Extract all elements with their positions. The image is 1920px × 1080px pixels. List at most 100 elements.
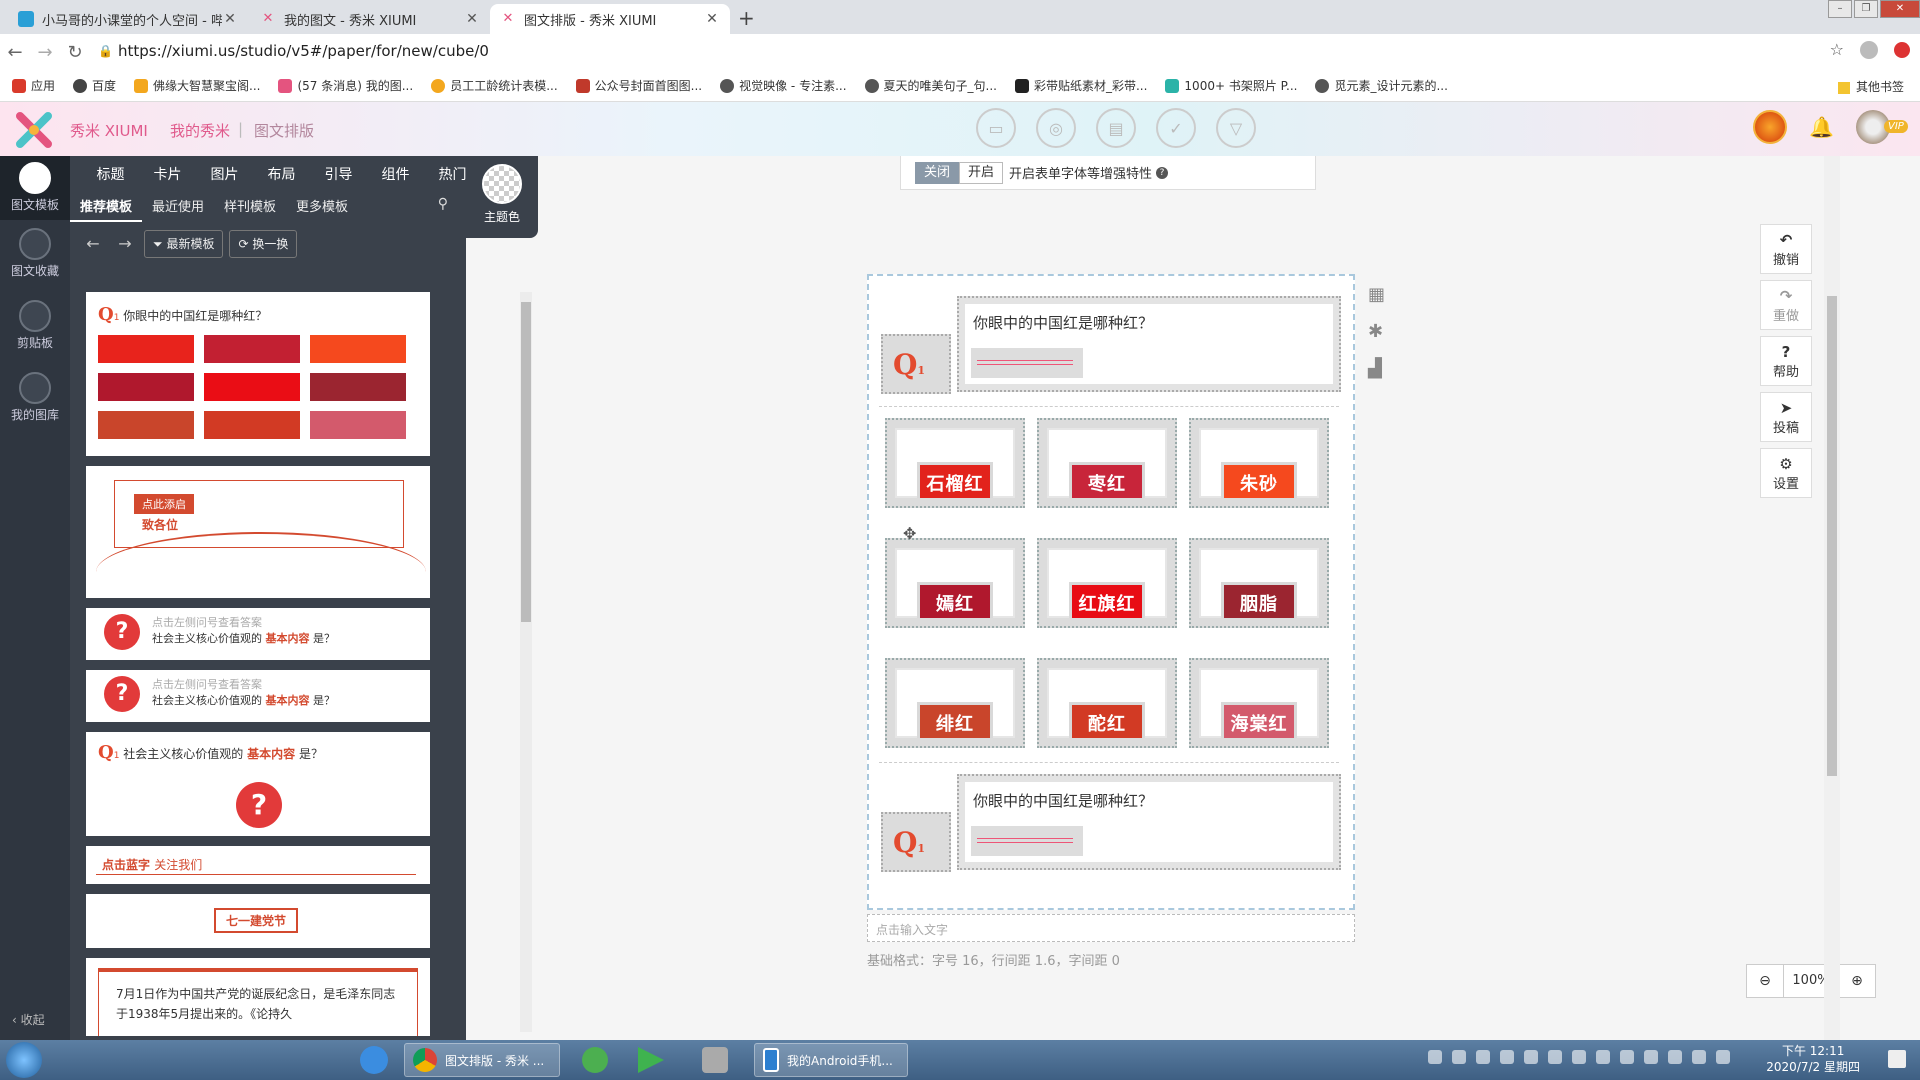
minimize-button[interactable]: – [1828, 0, 1852, 18]
newest-templates-button[interactable]: ⏷ 最新模板 [144, 230, 224, 258]
bookmark-item[interactable]: 视觉映像 - 专注素... [720, 77, 847, 94]
subtab-recommended[interactable]: 推荐模板 [70, 194, 143, 222]
swap-button[interactable]: ⟳ 换一换 [229, 230, 298, 258]
tray-icon[interactable] [1548, 1050, 1562, 1064]
template-card[interactable]: ? 点击左侧问号查看答案 社会主义核心价值观的 基本内容 是？ [86, 608, 430, 660]
tray-icon[interactable] [1524, 1050, 1538, 1064]
taskbar-app[interactable] [694, 1043, 738, 1077]
template-card[interactable]: 点击蓝字 关注我们 [86, 846, 430, 884]
bookmark-item[interactable]: (57 条消息) 我的图... [278, 77, 413, 94]
color-card[interactable]: 酡红 [1037, 658, 1177, 748]
zoom-out-icon[interactable]: ⊖ [1747, 965, 1783, 997]
profile-icon[interactable] [1860, 40, 1878, 59]
save-icon[interactable]: ▤ [1096, 108, 1136, 148]
close-toggle[interactable]: 关闭 [915, 161, 960, 184]
collapse-button[interactable]: ‹ 收起 [12, 1011, 45, 1028]
tray-icon[interactable] [1452, 1050, 1466, 1064]
question-text-box[interactable]: 你眼中的中国红是哪种红？ [957, 296, 1341, 392]
gear-icon[interactable]: ✱ [1368, 321, 1385, 342]
scrollbar-thumb[interactable] [521, 302, 531, 622]
star-icon[interactable]: ☆ [1830, 40, 1844, 59]
extension-icon[interactable] [1894, 41, 1910, 58]
url-field[interactable]: https://xiumi.us/studio/v5#/paper/for/ne… [118, 42, 489, 60]
close-window-button[interactable]: ✕ [1880, 0, 1920, 18]
bookmark-item[interactable]: 觅元素_设计元素的... [1315, 77, 1448, 94]
browser-tab[interactable]: 小马哥的小课堂的个人空间 - 哔哩 ✕ [8, 4, 248, 34]
grid-icon[interactable]: ▦ [1368, 284, 1385, 305]
tray-icon[interactable] [1692, 1050, 1706, 1064]
badge-icon[interactable] [1753, 110, 1788, 144]
tray-icon[interactable] [1500, 1050, 1514, 1064]
breadcrumb-my-xiumi[interactable]: 我的秀米 [170, 120, 230, 141]
sidebar-item-favorites[interactable]: 图文收藏 [0, 228, 70, 279]
copy-icon[interactable]: ◎ [1036, 108, 1076, 148]
color-card[interactable]: 海棠红 [1189, 658, 1329, 748]
submit-button[interactable]: ➤ 投稿 [1760, 392, 1812, 442]
color-card[interactable]: 红旗红 [1037, 538, 1177, 628]
notification-icon[interactable] [1888, 1050, 1906, 1068]
sidebar-item-templates[interactable]: 图文模板 [0, 156, 70, 220]
tray-icon[interactable] [1620, 1050, 1634, 1064]
bookmark-item[interactable]: 百度 [73, 77, 116, 94]
close-icon[interactable]: ✕ [704, 11, 720, 27]
xiumi-logo-icon[interactable] [14, 110, 54, 150]
question-block[interactable]: Q1 你眼中的中国红是哪种红？ [881, 296, 1341, 394]
template-card[interactable]: 点此添启 致各位 [86, 466, 430, 598]
template-card[interactable]: 七一建党节 [86, 894, 430, 948]
bookmark-item[interactable]: 彩带贴纸素材_彩带... [1014, 77, 1147, 94]
settings-button[interactable]: ⚙ 设置 [1760, 448, 1812, 498]
tab-category[interactable]: 图片 [196, 162, 253, 188]
text-input-area[interactable]: 点击输入文字 [867, 914, 1355, 942]
bookmark-item[interactable]: 1000+ 书架照片 P... [1165, 77, 1297, 94]
taskbar-chrome[interactable]: 图文排版 - 秀米 ... [404, 1043, 560, 1077]
bookmark-item[interactable]: 员工工龄统计表模... [431, 77, 558, 94]
theme-color-button[interactable]: 主题色 [466, 156, 538, 238]
arrow-right-icon[interactable]: → [112, 231, 138, 257]
tab-category[interactable]: 组件 [367, 162, 424, 188]
arrow-left-icon[interactable]: ← [80, 231, 106, 257]
color-card[interactable]: 枣红 [1037, 418, 1177, 508]
template-card[interactable]: ? 点击左侧问号查看答案 社会主义核心价值观的 基本内容 是？ [86, 670, 430, 722]
article-sheet[interactable]: Q1 你眼中的中国红是哪种红？ 石榴红 枣红 朱砂 嫣红 红旗红 胭脂 绯红 酡红 海棠红 Q1… [867, 274, 1355, 910]
close-icon[interactable]: ✕ [464, 11, 480, 27]
chart-icon[interactable]: ▟ [1368, 358, 1385, 379]
search-icon[interactable]: ⚲ [438, 196, 448, 212]
taskbar-app[interactable] [574, 1043, 618, 1077]
more-icon[interactable]: ▽ [1216, 108, 1256, 148]
taskbar-edge[interactable] [352, 1043, 400, 1077]
open-toggle[interactable]: 开启 [959, 161, 1004, 184]
template-card[interactable]: Q1 你眼中的中国红是哪种红？ [86, 292, 430, 456]
color-card[interactable]: 胭脂 [1189, 538, 1329, 628]
bell-icon[interactable]: 🔔 [1809, 115, 1834, 139]
tab-category[interactable]: 布局 [253, 162, 310, 188]
question-block[interactable]: Q1 你眼中的中国红是哪种红？ [881, 774, 1341, 872]
tab-category[interactable]: 卡片 [139, 162, 196, 188]
taskbar-app[interactable] [630, 1043, 674, 1077]
brand-name[interactable]: 秀米 XIUMI [70, 120, 148, 141]
tray-icon[interactable] [1428, 1050, 1442, 1064]
redo-button[interactable]: ↷ 重做 [1760, 280, 1812, 330]
panel-scrollbar[interactable] [520, 292, 532, 1032]
bookmark-item[interactable]: 应用 [12, 77, 55, 94]
page-scrollbar[interactable] [1824, 156, 1840, 1040]
sidebar-item-gallery[interactable]: 我的图库 [0, 372, 70, 423]
zoom-in-icon[interactable]: ⊕ [1839, 965, 1875, 997]
maximize-button[interactable]: ❐ [1854, 0, 1878, 18]
clock[interactable]: 下午 12:11 2020/7/2 星期四 [1766, 1043, 1860, 1075]
tab-category[interactable]: 标题 [82, 162, 139, 188]
new-tab-button[interactable]: + [738, 6, 755, 30]
tray-icon[interactable] [1596, 1050, 1610, 1064]
avatar[interactable]: VIP [1856, 110, 1908, 144]
help-button[interactable]: ? 帮助 [1760, 336, 1812, 386]
forward-icon[interactable]: → [30, 42, 60, 63]
back-icon[interactable]: ← [0, 42, 30, 63]
bookmark-item[interactable]: 公众号封面首图图... [575, 77, 702, 94]
question-text-box[interactable]: 你眼中的中国红是哪种红？ [957, 774, 1341, 870]
tray-icon[interactable] [1644, 1050, 1658, 1064]
color-card[interactable]: 朱砂 [1189, 418, 1329, 508]
tab-category[interactable]: 引导 [310, 162, 367, 188]
color-card[interactable]: 石榴红 [885, 418, 1025, 508]
reload-icon[interactable]: ↻ [60, 42, 90, 63]
subtab-sample[interactable]: 样刊模板 [214, 194, 286, 222]
tray-icon[interactable] [1476, 1050, 1490, 1064]
